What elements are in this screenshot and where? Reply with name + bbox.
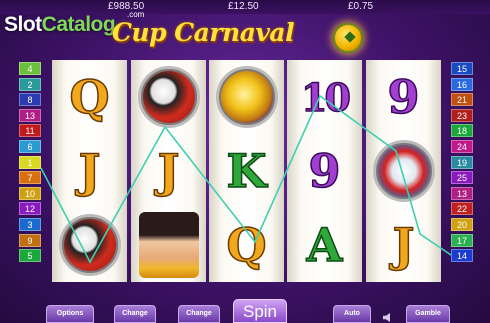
watermark-catalog: Catalog [41,13,116,36]
carnival-dancer-icon [138,212,199,278]
payline-number[interactable]: 18 [451,124,473,138]
payline-number[interactable]: 6 [19,139,41,153]
symbol-10: 10 [300,74,351,121]
symbol-j: J [157,143,180,199]
reel-cell: 10 [287,60,362,134]
symbol-j: J [392,217,415,273]
payline-number[interactable]: 23 [451,108,473,122]
payline-number[interactable]: 5 [19,249,41,263]
reel-cell: 9 [287,134,362,208]
payline-number[interactable]: 19 [451,155,473,169]
payline-number[interactable]: 13 [19,108,41,122]
reel-cell: K [209,134,284,208]
payline-number[interactable]: 8 [19,93,41,107]
payline-number[interactable]: 2 [19,77,41,91]
payline-number[interactable]: 20 [451,217,473,231]
symbol-j: J [78,143,101,199]
payline-number[interactable]: 12 [19,202,41,216]
symbol-a: A [306,217,343,273]
payline-number[interactable]: 24 [451,139,473,153]
auto-button[interactable]: Auto [333,305,371,323]
symbol-q: Q [226,217,268,273]
reel-cell: J [366,208,441,282]
payline-number[interactable]: 7 [19,171,41,185]
reel-1: QJ [52,60,127,282]
payline-numbers-right: 15 16 21 23 18 24 19 25 13 22 20 17 14 [451,62,473,265]
payline-number[interactable]: 25 [451,171,473,185]
football-boots-icon [137,66,200,128]
reel-cell [209,60,284,134]
reel-cell: A [287,208,362,282]
gamble-button[interactable]: Gamble [406,305,450,323]
football-icon [333,23,363,53]
symbol-9: 9 [308,143,342,199]
payline-number[interactable]: 16 [451,77,473,91]
payline-number[interactable]: 9 [19,233,41,247]
reel-cell: 9 [366,60,441,134]
reel-cell [52,208,127,282]
payline-number[interactable]: 17 [451,233,473,247]
speaker-icon[interactable] [383,313,390,322]
payline-number[interactable]: 1 [19,155,41,169]
football-boots-icon [58,214,121,276]
payline-number[interactable]: 4 [19,62,41,75]
reel-2: J [131,60,206,282]
reel-cell [131,60,206,134]
football-shoe-icon [372,140,435,202]
payline-number[interactable]: 21 [451,93,473,107]
payline-number[interactable]: 11 [19,124,41,138]
reel-cell: J [52,134,127,208]
options-button[interactable]: Options [46,305,94,323]
watermark: SlotCatalog [4,13,116,37]
reel-cell: J [131,134,206,208]
vuvuzela-horn-icon [215,66,278,128]
payline-number[interactable]: 14 [451,249,473,263]
change-lines-button[interactable]: Change [114,305,156,323]
symbol-k: K [226,143,267,199]
reel-4: 10 9 A [287,60,362,282]
watermark-slot: Slot [4,13,42,36]
payline-number[interactable]: 22 [451,202,473,216]
reel-5: 9J [366,60,441,282]
reel-cell [366,134,441,208]
change-bet-button[interactable]: Change [178,305,220,323]
top-bar: £988.50 £12.50 £0.75 [0,0,490,14]
reel-cell [131,208,206,282]
payline-numbers-left: 4 2 8 13 11 6 1 7 10 12 3 9 5 [19,62,41,265]
bet-value: £12.50 [228,1,259,12]
reel-cell: Q [52,60,127,134]
reel-3: KQ [209,60,284,282]
reel-cell: Q [209,208,284,282]
spin-button[interactable]: Spin [233,299,287,323]
symbol-9: 9 [387,69,421,125]
win-value: £0.75 [348,1,374,12]
payline-number[interactable]: 3 [19,217,41,231]
payline-number[interactable]: 10 [19,186,41,200]
payline-number[interactable]: 13 [451,186,473,200]
game-logo: Cup Carnaval [112,18,295,47]
symbol-q: Q [69,69,111,125]
payline-number[interactable]: 15 [451,62,473,75]
